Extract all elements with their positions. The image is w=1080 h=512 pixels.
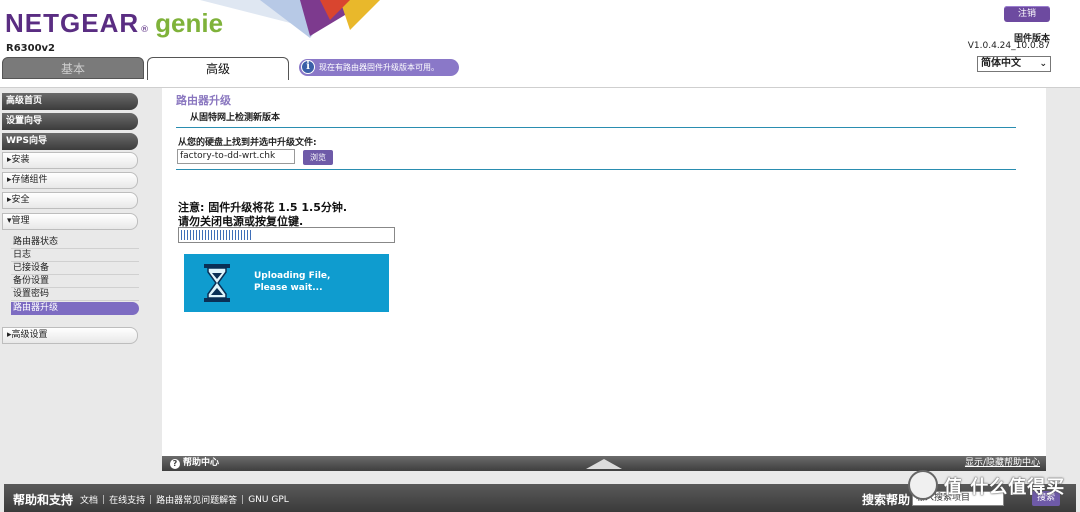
hourglass-icon — [204, 264, 230, 302]
link-online-support[interactable]: 在线支持 — [109, 493, 145, 506]
file-label: 从您的硬盘上找到并选中升级文件: — [178, 138, 317, 148]
sidebar-subitem-router-update[interactable]: 路由器升级 — [11, 302, 139, 315]
footer-links: 文档 | 在线支持 | 路由器常见问题解答 | GNU GPL — [80, 493, 289, 507]
update-banner-text: 现在有路由器固件升级版本可用。 — [319, 63, 439, 72]
search-help-label: 搜索帮助 — [862, 493, 911, 507]
tab-advanced[interactable]: 高级 — [147, 57, 289, 80]
sidebar-item-security[interactable]: ▸安全 — [2, 192, 138, 209]
uploading-line-1: Uploading File, — [254, 271, 331, 281]
watermark-logo-icon — [908, 470, 938, 500]
firmware-version: V1.0.4.24_10.0.87 — [967, 41, 1050, 51]
brand-name: NETGEAR — [5, 8, 140, 38]
sidebar-item-advanced-home[interactable]: 高级首页 — [2, 93, 138, 110]
sidebar-item-setup[interactable]: ▸安装 — [2, 152, 138, 169]
section-title: 从固特网上检测新版本 — [190, 113, 281, 123]
separator: | — [149, 494, 153, 505]
chevron-down-icon: ⌄ — [1039, 59, 1047, 69]
netgear-genie-logo[interactable]: NETGEAR ® genie — [5, 8, 223, 39]
divider — [176, 127, 1016, 128]
main-panel: 路由器升级 从固特网上检测新版本 从您的硬盘上找到并选中升级文件: factor… — [162, 88, 1046, 456]
browse-button[interactable]: 浏览 — [303, 150, 333, 165]
upload-progress-bar — [178, 227, 395, 243]
decorative-triangles-icon — [200, 0, 380, 38]
link-documentation[interactable]: 文档 — [80, 493, 98, 506]
sidebar-item-usb-storage[interactable]: ▸存储组件 — [2, 172, 138, 189]
uploading-status-box: Uploading File, Please wait... — [184, 254, 389, 312]
uploading-line-2: Please wait... — [254, 283, 323, 293]
header: NETGEAR ® genie R6300v2 注销 固件版本 V1.0.4.2… — [0, 0, 1080, 88]
footer-title: 帮助和支持 — [13, 493, 74, 507]
info-icon: i — [301, 60, 315, 74]
link-router-faq[interactable]: 路由器常见问题解答 — [156, 493, 237, 506]
site-watermark: 值 什么值得买 — [904, 467, 1074, 507]
sidebar-item-advanced-setup[interactable]: ▸高级设置 — [2, 327, 138, 344]
sidebar-item-setup-wizard[interactable]: 设置向导 — [2, 113, 138, 130]
sidebar-subitem-logs[interactable]: 日志 — [11, 249, 139, 262]
sidebar-subitem-attached-devices[interactable]: 已接设备 — [11, 262, 139, 275]
language-value: 简体中文 — [981, 58, 1021, 69]
firmware-update-banner[interactable]: i 现在有路由器固件升级版本可用。 — [299, 59, 459, 76]
divider — [176, 169, 1016, 170]
question-icon: ? — [170, 458, 180, 469]
registered-mark: ® — [140, 25, 150, 35]
file-path-input[interactable]: factory-to-dd-wrt.chk — [177, 149, 295, 164]
uploading-text: Uploading File, Please wait... — [254, 270, 330, 294]
logout-button[interactable]: 注销 — [1004, 6, 1050, 22]
link-gnu-gpl[interactable]: GNU GPL — [248, 495, 289, 505]
sidebar-subitem-set-password[interactable]: 设置密码 — [11, 288, 139, 301]
upload-progress-fill — [181, 230, 251, 240]
sidebar-item-wps-wizard[interactable]: WPS向导 — [2, 133, 138, 150]
help-expand-arrow-icon[interactable] — [586, 459, 622, 469]
separator: | — [241, 494, 245, 505]
tab-basic[interactable]: 基本 — [2, 57, 144, 79]
sidebar-item-administration[interactable]: ▾管理 — [2, 213, 138, 230]
help-center-text: 帮助中心 — [183, 458, 220, 468]
watermark-text: 值 什么值得买 — [944, 477, 1066, 498]
page-title: 路由器升级 — [176, 94, 231, 107]
help-center-label[interactable]: ? 帮助中心 — [170, 457, 219, 470]
sidebar-subitem-router-status[interactable]: 路由器状态 — [11, 236, 139, 249]
language-select[interactable]: 简体中文 ⌄ — [977, 56, 1051, 72]
sidebar-subitem-backup-settings[interactable]: 备份设置 — [11, 275, 139, 288]
separator: | — [102, 494, 106, 505]
model-name: R6300v2 — [6, 43, 56, 54]
